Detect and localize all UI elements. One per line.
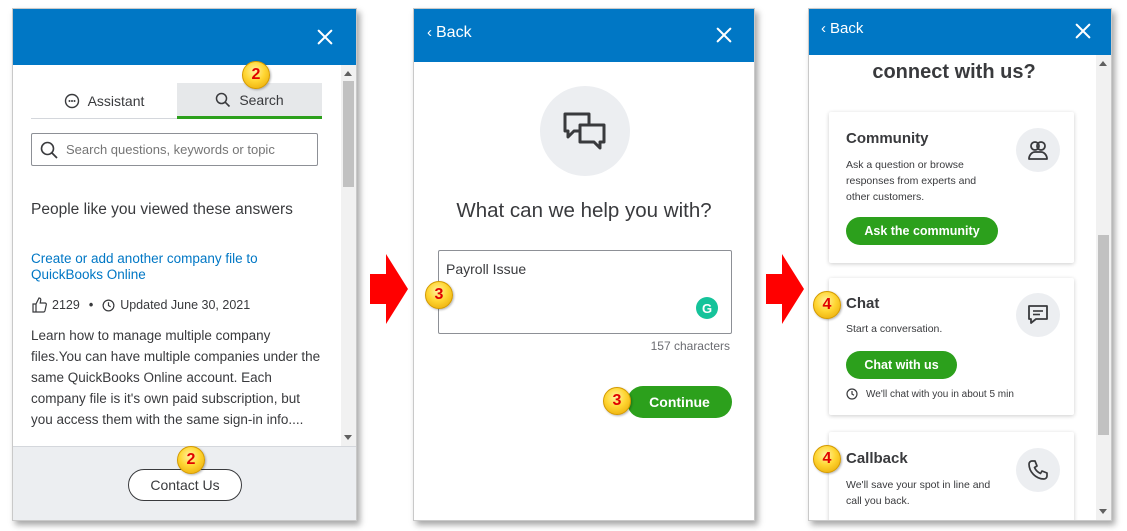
close-icon[interactable] [713,24,735,46]
search-icon [216,92,231,107]
step-badge: 2 [242,61,270,89]
scrollbar[interactable] [1096,55,1111,520]
panel-header: ‹ Back [809,9,1111,55]
contact-us-button[interactable]: Contact Us [128,469,242,501]
article-description: Learn how to manage multiple company fil… [31,328,321,427]
tab-search-label: Search [239,91,284,108]
card-title: Chat [846,295,880,312]
search-icon [40,141,58,159]
continue-button[interactable]: Continue [627,386,732,418]
step-badge: 4 [813,445,841,473]
card-description: We'll save your spot in line and call yo… [846,479,991,507]
card-title: Callback [846,450,908,467]
card-description: Ask a question or browse responses from … [846,159,977,203]
like-count: 2129 [52,298,80,312]
assistant-search-panel: Assistant Search 2 People like you viewe… [12,8,357,521]
wait-time: We'll chat with you in about 5 min [846,388,1014,400]
scroll-up-icon[interactable] [1099,61,1107,66]
close-icon[interactable] [314,26,336,48]
updated-date: Updated June 30, 2021 [120,298,251,312]
chat-with-us-button[interactable]: Chat with us [846,351,957,379]
step-badge: 3 [603,387,631,415]
card-description: Start a conversation. [846,323,943,335]
scrollbar[interactable] [341,65,356,446]
back-button[interactable]: ‹ Back [821,20,863,37]
search-input[interactable] [66,134,317,165]
page-title: connect with us? [872,61,1036,83]
card-title: Community [846,130,929,147]
back-button[interactable]: ‹ Back [427,24,472,42]
meta-separator: • [88,298,94,312]
close-icon[interactable] [1072,20,1094,42]
contact-options-panel: ‹ Back connect with us? Community Ask a q… [808,8,1112,521]
community-icon [1016,128,1060,172]
phone-icon [1016,448,1060,492]
question-textarea[interactable]: Payroll Issue G [438,250,732,334]
community-card: Community Ask a question or browse respo… [829,112,1074,263]
search-field [31,133,318,166]
thumbs-up-icon [32,297,47,313]
scroll-thumb[interactable] [1098,235,1109,435]
character-count: 157 characters [650,339,730,353]
help-question-panel: ‹ Back What can we help you with? Payroll… [413,8,755,521]
step-badge: 2 [177,446,205,474]
chat-icon [1016,293,1060,337]
article-link[interactable]: Create or add another company file to Qu… [31,251,301,283]
page-title: What can we help you with? [456,199,712,222]
tab-search[interactable]: Search [177,83,322,119]
arrow-right-icon [766,254,804,324]
tab-bar: Assistant Search [31,83,322,119]
grammarly-icon[interactable]: G [696,297,718,319]
section-heading: People like you viewed these answers [31,201,293,218]
step-badge: 4 [813,291,841,319]
step-badge: 3 [425,281,453,309]
message-icon [1028,305,1048,324]
wait-time-label: We'll chat with you in about 5 min [866,388,1014,400]
scroll-down-icon[interactable] [1099,509,1107,514]
arrow-right-icon [370,254,408,324]
panel-header [13,9,356,65]
scroll-up-icon[interactable] [344,71,352,76]
people-icon [1028,141,1048,160]
clock-icon [846,388,858,400]
textarea-value: Payroll Issue [446,261,527,277]
telephone-icon [1028,460,1048,480]
ask-community-button[interactable]: Ask the community [846,217,998,245]
article-meta: 2129 • Updated June 30, 2021 [31,297,250,313]
callback-card: Callback We'll save your spot in line an… [829,432,1074,520]
chevron-left-icon: ‹ [427,24,432,41]
chat-bubble-icon [64,93,79,108]
speech-bubbles-icon [563,112,606,150]
back-label: Back [830,20,864,37]
scroll-down-icon[interactable] [344,435,352,440]
panel-header: ‹ Back [414,9,754,62]
clock-icon [102,299,115,311]
conversation-icon [540,86,630,176]
tab-assistant[interactable]: Assistant [31,83,177,119]
chevron-left-icon: ‹ [821,20,826,37]
scroll-thumb[interactable] [343,81,354,187]
back-label: Back [436,24,472,41]
chat-card: Chat Start a conversation. Chat with us … [829,278,1074,415]
tab-assistant-label: Assistant [87,92,145,109]
